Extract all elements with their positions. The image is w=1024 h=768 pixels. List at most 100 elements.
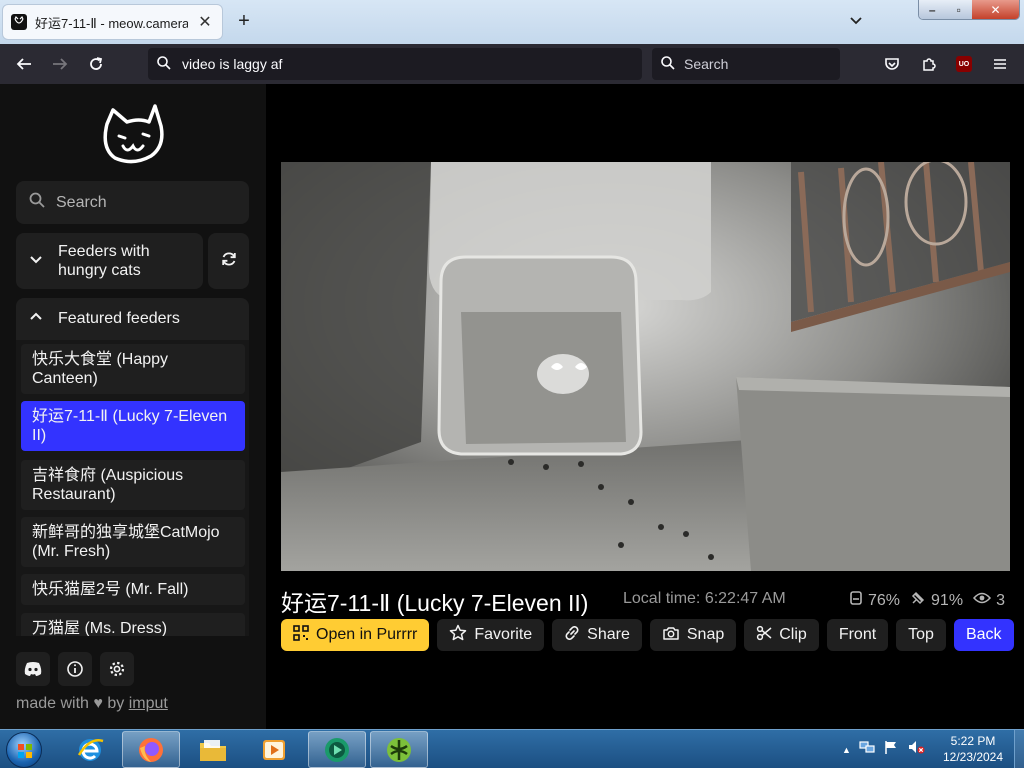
- local-time: Local time: 6:22:47 AM: [623, 590, 786, 607]
- back-arrow-icon[interactable]: [12, 52, 36, 76]
- feeder-item-auspicious-restaurant[interactable]: 吉祥食府 (Auspicious Restaurant): [21, 460, 245, 510]
- made-with-prefix: made with: [16, 695, 89, 712]
- sidebar-icon-row: [16, 652, 134, 686]
- feeder-item-ms-dress[interactable]: 万猫屋 (Ms. Dress): [21, 613, 245, 636]
- feeder-search-placeholder: Search: [56, 193, 107, 211]
- browser-tab-strip: 好运7-11-Ⅱ - meow.camera ✕ + – ▫ ✕: [0, 0, 1024, 44]
- feeder-item-mr-fresh[interactable]: 新鲜哥的独享城堡CatMojo (Mr. Fresh): [21, 517, 245, 567]
- open-in-purrrr-label: Open in Purrrr: [316, 626, 418, 643]
- windows-logo-icon: [18, 744, 32, 758]
- camera-icon: [662, 625, 680, 646]
- signal-stat: 91%: [910, 590, 963, 611]
- refresh-button[interactable]: [208, 233, 249, 289]
- pocket-icon[interactable]: [880, 52, 904, 76]
- viewers-stat: 3: [973, 591, 1005, 610]
- hamburger-menu-icon[interactable]: [988, 52, 1012, 76]
- search-icon: [28, 191, 46, 214]
- tab-close-icon[interactable]: ✕: [196, 12, 214, 32]
- feeder-item-happy-canteen[interactable]: 快乐大食堂 (Happy Canteen): [21, 344, 245, 394]
- info-icon[interactable]: [58, 652, 92, 686]
- system-tray: ▲: [842, 730, 925, 768]
- address-bar[interactable]: video is laggy af: [148, 48, 642, 80]
- sidebar: Search Feeders with hungry cats Featured…: [0, 84, 266, 729]
- favorite-button[interactable]: Favorite: [437, 619, 545, 651]
- file-explorer-icon[interactable]: [184, 731, 242, 768]
- start-button[interactable]: [6, 732, 42, 768]
- meow-camera-logo[interactable]: [99, 102, 167, 166]
- windows-taskbar: ▲ 5:22 PM 12/23/2024: [0, 729, 1024, 768]
- new-tab-button[interactable]: +: [233, 10, 255, 32]
- hungry-cats-group-label: Feeders with hungry cats: [58, 243, 150, 279]
- open-in-purrrr-button[interactable]: Open in Purrrr: [281, 619, 430, 651]
- camera-title: 好运7-11-Ⅱ (Lucky 7-Eleven II): [281, 590, 589, 616]
- discord-icon[interactable]: [16, 652, 50, 686]
- video-frame-image: [281, 162, 1010, 571]
- qr-code-icon: [293, 624, 309, 646]
- media-center-icon[interactable]: [308, 731, 366, 768]
- food-level-stat: 76%: [849, 590, 900, 611]
- link-icon: [564, 625, 580, 646]
- url-search-icon: [156, 55, 172, 74]
- extensions-puzzle-icon[interactable]: [917, 52, 941, 76]
- minimize-window-button[interactable]: –: [919, 0, 946, 19]
- made-with-footer: made with ♥ by imput: [16, 695, 168, 713]
- network-icon[interactable]: [859, 739, 875, 760]
- browser-tab[interactable]: 好运7-11-Ⅱ - meow.camera ✕: [2, 4, 223, 40]
- food-level-value: 76%: [868, 591, 901, 609]
- feeder-item-mr-fall[interactable]: 快乐猫屋2号 (Mr. Fall): [21, 574, 245, 605]
- media-player-icon[interactable]: [245, 731, 303, 768]
- star-icon: [449, 624, 467, 647]
- firefox-taskbar-icon[interactable]: [122, 731, 180, 768]
- snap-button[interactable]: Snap: [649, 619, 737, 651]
- search-icon: [660, 55, 676, 74]
- show-hidden-icons-arrow-icon[interactable]: ▲: [842, 745, 851, 755]
- taskbar-time: 5:22 PM: [950, 734, 996, 748]
- share-button[interactable]: Share: [552, 619, 642, 651]
- scissors-icon: [756, 625, 772, 646]
- chevron-up-icon: [28, 309, 44, 330]
- address-bar-text: video is laggy af: [182, 56, 283, 72]
- feeder-list: 快乐大食堂 (Happy Canteen) 好运7-11-Ⅱ (Lucky 7-…: [16, 340, 249, 636]
- share-label: Share: [587, 626, 630, 643]
- green-app-icon[interactable]: [370, 731, 428, 768]
- browser-navigation-bar: video is laggy af Search UO: [0, 44, 1024, 84]
- food-container-icon: [849, 590, 863, 611]
- feeder-item-lucky-7-eleven-ii[interactable]: 好运7-11-Ⅱ (Lucky 7-Eleven II): [21, 401, 245, 451]
- forward-arrow-icon[interactable]: [48, 52, 72, 76]
- refresh-icon: [220, 250, 238, 273]
- top-camera-button[interactable]: Top: [896, 619, 946, 651]
- taskbar-date: 12/23/2024: [942, 750, 1004, 764]
- hungry-cats-group-toggle[interactable]: Feeders with hungry cats: [16, 233, 203, 289]
- taskbar-clock[interactable]: 5:22 PM 12/23/2024: [936, 733, 1010, 765]
- author-link[interactable]: imput: [129, 695, 168, 712]
- browser-search-placeholder: Search: [684, 56, 729, 72]
- close-window-button[interactable]: ✕: [971, 0, 1019, 19]
- maximize-window-button[interactable]: ▫: [945, 0, 972, 19]
- satellite-icon: [910, 590, 926, 611]
- volume-muted-icon[interactable]: [907, 739, 925, 760]
- tab-title: 好运7-11-Ⅱ - meow.camera: [35, 15, 188, 31]
- window-controls: – ▫ ✕: [918, 0, 1020, 20]
- clip-label: Clip: [779, 626, 807, 643]
- back-camera-button[interactable]: Back: [953, 619, 1014, 651]
- ublock-origin-icon[interactable]: UO: [956, 56, 972, 72]
- camera-stats: 76% 91% 3: [849, 590, 1005, 611]
- settings-gear-icon[interactable]: [100, 652, 134, 686]
- snap-label: Snap: [686, 626, 725, 643]
- feeder-search-input[interactable]: Search: [16, 181, 249, 224]
- meow-camera-favicon-icon: [11, 14, 27, 30]
- action-center-flag-icon[interactable]: [883, 739, 899, 760]
- show-desktop-button[interactable]: [1014, 730, 1024, 768]
- featured-feeders-group-toggle[interactable]: Featured feeders: [16, 298, 249, 340]
- front-camera-button[interactable]: Front: [826, 619, 889, 651]
- eye-icon: [973, 591, 992, 610]
- reload-icon[interactable]: [84, 52, 108, 76]
- browser-search-box[interactable]: Search: [652, 48, 840, 80]
- main-content: 好运7-11-Ⅱ (Lucky 7-Eleven II) Local time:…: [266, 84, 1024, 729]
- camera-video-feed[interactable]: [281, 162, 1010, 571]
- camera-action-bar: Open in Purrrr Favorite Share Snap Clip: [281, 619, 1014, 651]
- internet-explorer-icon[interactable]: [61, 731, 119, 768]
- favorite-label: Favorite: [474, 626, 533, 643]
- clip-button[interactable]: Clip: [744, 619, 819, 651]
- list-all-tabs-chevron-icon[interactable]: [848, 12, 868, 32]
